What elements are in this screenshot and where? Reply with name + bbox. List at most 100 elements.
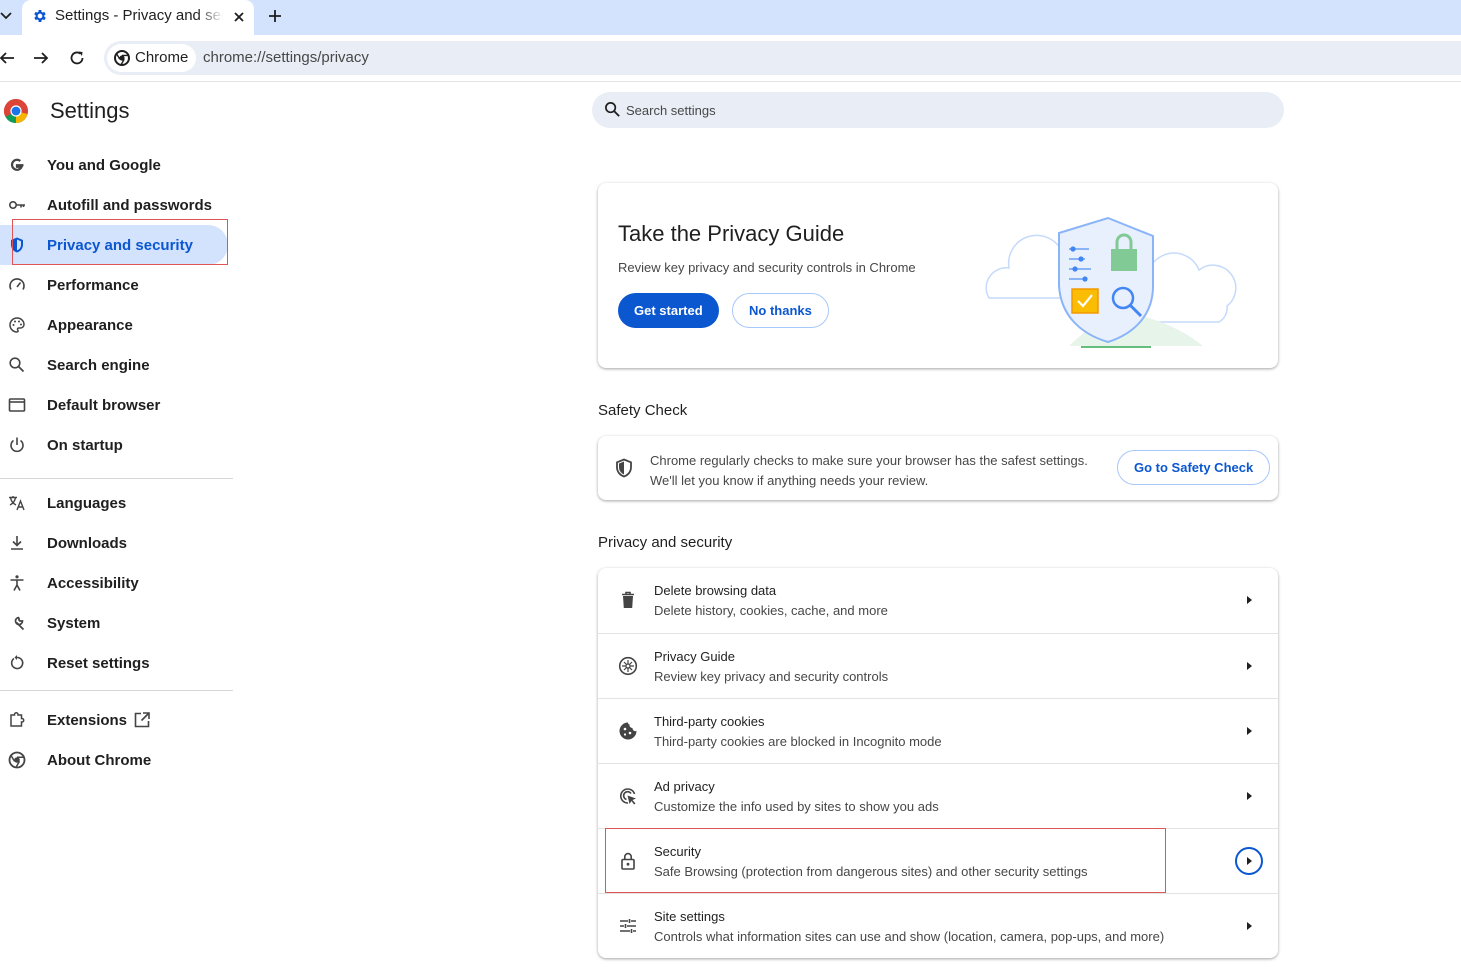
privacy-guide-card: Take the Privacy Guide Review key privac… [598,183,1278,368]
settings-title: Settings [50,98,130,123]
browser-toolbar: Chrome chrome://settings/privacy [0,35,1461,82]
palette-icon [9,317,25,333]
privacy-guide-title: Take the Privacy Guide [618,221,845,246]
row-arrow-button[interactable] [1235,782,1263,810]
sidebar-item-label: Search engine [47,357,150,374]
sidebar-item-label: Appearance [47,317,133,334]
address-bar[interactable]: Chrome chrome://settings/privacy [104,41,1461,75]
sidebar-item-appearance[interactable]: Appearance [0,305,234,345]
arrow-right-icon [1247,596,1252,604]
sidebar-item-search-engine[interactable]: Search engine [0,345,234,385]
site-chip-label: Chrome [135,49,189,66]
sidebar-item-you-and-google[interactable]: You and Google [0,145,234,185]
sidebar-item-label: On startup [47,437,123,454]
privacy-guide-description: Review key privacy and security controls… [618,260,916,275]
sidebar-item-reset-settings[interactable]: Reset settings [0,643,234,683]
tab-strip: Settings - Privacy and security [0,0,1461,35]
go-to-safety-check-button[interactable]: Go to Safety Check [1117,450,1271,485]
sidebar-item-label: Languages [47,495,127,512]
download-icon [11,536,23,550]
close-tab-icon[interactable] [230,8,248,26]
url-text[interactable]: chrome://settings/privacy [203,49,369,66]
row-security[interactable]: Security Safe Browsing (protection from … [598,828,1278,893]
arrow-right-icon [1247,857,1252,865]
safety-check-line-1: Chrome regularly checks to make sure you… [650,453,1088,468]
chrome-logo-icon [114,50,130,66]
sidebar-divider [0,478,233,479]
power-icon [10,437,24,453]
sidebar-item-extensions[interactable]: Extensions [0,700,234,740]
sidebar-item-label: Downloads [47,535,128,552]
accessibility-icon [10,575,24,591]
row-subtitle: Controls what information sites can use … [654,929,1165,944]
arrow-right-icon [1247,662,1252,670]
row-subtitle: Third-party cookies are blocked in Incog… [654,734,942,749]
lock-icon [621,852,635,870]
sidebar-item-performance[interactable]: Performance [0,265,234,305]
shield-check-icon [616,458,632,478]
safety-check-heading: Safety Check [598,402,688,419]
row-subtitle: Review key privacy and security controls [654,669,889,684]
sidebar-item-downloads[interactable]: Downloads [0,523,234,563]
row-site-settings[interactable]: Site settings Controls what information … [598,893,1278,958]
sidebar-item-on-startup[interactable]: On startup [0,425,234,465]
row-title: Third-party cookies [654,714,765,729]
row-title: Ad privacy [654,779,715,794]
row-arrow-button[interactable] [1235,586,1263,614]
settings-gear-icon [34,10,46,22]
sidebar-item-languages[interactable]: Languages [0,483,234,523]
google-g-icon [10,158,24,171]
no-thanks-button[interactable]: No thanks [732,293,829,328]
wrench-icon [14,616,25,631]
reload-icon[interactable] [68,49,86,67]
sidebar-item-label: Reset settings [47,655,150,672]
sidebar-item-system[interactable]: System [0,603,234,643]
row-title: Privacy Guide [654,649,735,664]
active-tab[interactable]: Settings - Privacy and security [22,0,254,35]
search-input[interactable]: Search settings [626,103,716,118]
row-subtitle: Safe Browsing (protection from dangerous… [654,864,1088,879]
privacy-settings-list: Delete browsing data Delete history, coo… [598,568,1278,958]
sidebar-divider [0,690,233,691]
site-chip[interactable]: Chrome [107,44,197,72]
sidebar-item-label: Autofill and passwords [47,197,213,214]
row-delete-browsing-data[interactable]: Delete browsing data Delete history, coo… [598,568,1278,633]
sidebar-item-label: Accessibility [47,575,139,592]
tab-search-chevron-icon[interactable] [0,8,12,24]
row-privacy-guide[interactable]: Privacy Guide Review key privacy and sec… [598,633,1278,698]
row-arrow-button[interactable] [1235,652,1263,680]
search-icon [605,102,620,117]
row-arrow-button[interactable] [1235,912,1263,940]
open-in-new-icon[interactable] [133,711,151,729]
sidebar-item-accessibility[interactable]: Accessibility [0,563,234,603]
get-started-button[interactable]: Get started [618,293,719,328]
forward-arrow-icon[interactable] [32,49,50,67]
sidebar-item-label: About Chrome [47,752,152,769]
sidebar-item-label: You and Google [47,157,161,174]
search-settings-box[interactable]: Search settings [592,92,1284,128]
row-arrow-button[interactable] [1235,717,1263,745]
sidebar-item-privacy-and-security[interactable]: Privacy and security [0,225,228,265]
privacy-section-heading: Privacy and security [598,534,733,551]
sidebar-item-label: System [47,615,101,632]
sliders-icon [620,919,636,933]
sidebar-item-about-chrome[interactable]: About Chrome [0,740,234,780]
sidebar-item-default-browser[interactable]: Default browser [0,385,234,425]
row-ad-privacy[interactable]: Ad privacy Customize the info used by si… [598,763,1278,828]
safety-check-card: Chrome regularly checks to make sure you… [598,436,1278,500]
key-icon [8,201,25,210]
row-third-party-cookies[interactable]: Third-party cookies Third-party cookies … [598,698,1278,763]
new-tab-plus-icon[interactable] [265,6,285,26]
sidebar-item-label: Default browser [47,397,161,414]
sidebar-item-label: Extensions [47,712,128,729]
back-arrow-icon[interactable] [0,49,16,67]
trash-icon [622,591,634,608]
shield-icon [11,237,23,253]
sidebar-item-label: Performance [47,277,139,294]
sidebar-item-label: Privacy and security [47,237,193,254]
row-arrow-button[interactable] [1235,847,1263,875]
arrow-right-icon [1247,792,1252,800]
chrome-icon [8,751,26,769]
translate-icon [9,496,25,511]
sidebar-item-autofill[interactable]: Autofill and passwords [0,185,234,225]
